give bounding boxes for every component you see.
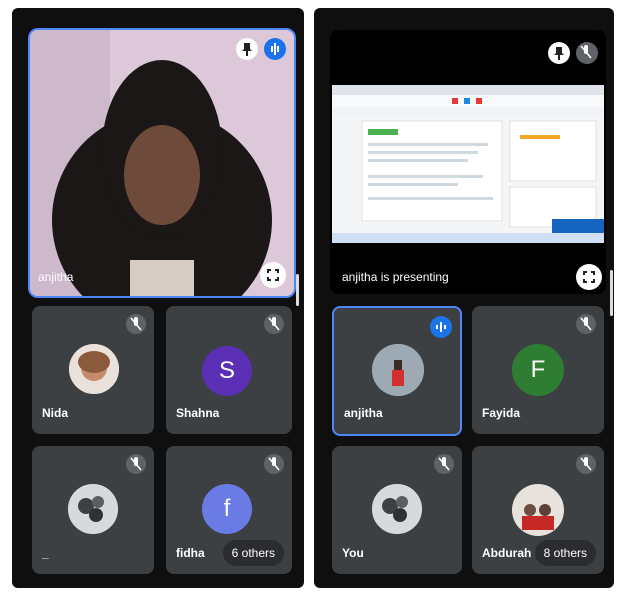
participant-name: _ — [42, 546, 49, 560]
pin-icon[interactable] — [548, 42, 570, 64]
speaking-indicator-icon — [264, 38, 286, 60]
mic-off-icon — [434, 454, 454, 474]
avatar — [512, 484, 564, 536]
avatar — [69, 344, 119, 394]
speaker-video — [30, 30, 294, 296]
avatar — [372, 484, 422, 534]
mic-off-icon — [264, 454, 284, 474]
participant-name: anjitha — [344, 406, 383, 420]
participant-name: Nida — [42, 406, 69, 420]
mic-off-icon — [126, 314, 146, 334]
mic-off-icon — [576, 314, 596, 334]
participant-name: Fayida — [482, 406, 521, 420]
speaking-indicator-icon — [430, 316, 452, 338]
participant-name: Shahna — [176, 406, 220, 420]
main-video-tile[interactable]: anjitha — [28, 28, 296, 298]
participant-tile[interactable]: Abdurah 8 others — [472, 446, 604, 574]
avatar-letter: f — [223, 495, 231, 522]
avatar-letter: F — [530, 356, 546, 383]
mic-off-icon — [576, 42, 598, 64]
participant-tile[interactable]: _ — [32, 446, 154, 574]
participant-tile[interactable]: Nida — [32, 306, 154, 434]
scrollbar[interactable] — [610, 270, 613, 316]
mic-off-icon — [126, 454, 146, 474]
avatar — [68, 484, 118, 534]
shared-screen-content — [332, 85, 604, 243]
participant-tile[interactable]: f fidha 6 others — [166, 446, 292, 574]
participant-tile[interactable]: You — [332, 446, 462, 574]
scrollbar[interactable] — [296, 274, 299, 306]
left-meeting-panel: anjitha Nida S Shahna _ f fidha 6 others — [12, 8, 304, 588]
avatar: f — [202, 484, 252, 534]
pin-icon[interactable] — [236, 38, 258, 60]
presentation-tile[interactable]: anjitha is presenting — [330, 30, 606, 294]
others-badge[interactable]: 6 others — [222, 540, 284, 566]
participant-tile[interactable]: F Fayida — [472, 306, 604, 434]
avatar — [372, 344, 424, 396]
mic-off-icon — [264, 314, 284, 334]
presenting-label: anjitha is presenting — [342, 270, 449, 284]
fullscreen-icon[interactable] — [260, 262, 286, 288]
mic-off-icon — [576, 454, 596, 474]
avatar-letter: S — [218, 357, 235, 384]
participant-tile[interactable]: anjitha — [332, 306, 462, 436]
participant-tile[interactable]: S Shahna — [166, 306, 292, 434]
avatar: F — [512, 344, 564, 396]
avatar: S — [202, 346, 252, 396]
main-speaker-name: anjitha — [38, 270, 74, 284]
participant-name: Abdurah — [482, 546, 532, 560]
others-badge[interactable]: 8 others — [534, 540, 596, 566]
participant-name: You — [342, 546, 364, 560]
fullscreen-icon[interactable] — [576, 264, 602, 290]
right-meeting-panel: anjitha is presenting anjitha F Fayida Y… — [314, 8, 614, 588]
participant-name: fidha — [176, 546, 205, 560]
shared-screen — [332, 85, 604, 243]
